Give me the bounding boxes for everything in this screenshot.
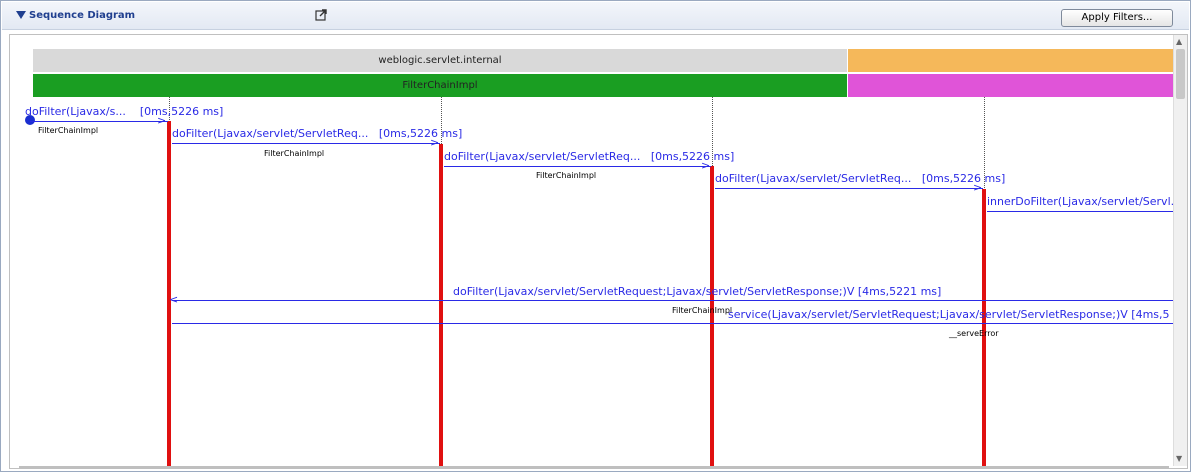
popout-icon[interactable]	[315, 9, 327, 21]
message-line-5[interactable]	[987, 211, 1173, 212]
message-sublabel-3: FilterChainImpl	[536, 171, 597, 180]
diagram-viewport: weblogic.servlet.internal FilterChainImp…	[9, 34, 1188, 469]
return-sublabel-2: __serveError	[949, 329, 999, 338]
message-sublabel-2: FilterChainImpl	[264, 149, 325, 158]
collapse-triangle-icon[interactable]	[16, 11, 26, 19]
message-line-4[interactable]	[715, 188, 983, 189]
return-sublabel-1: FilterChainImpl	[672, 306, 733, 315]
panel-header: Sequence Diagram Apply Filters...	[2, 2, 1189, 30]
scroll-down-icon[interactable]: ▼	[1176, 454, 1182, 463]
apply-filters-button[interactable]: Apply Filters...	[1061, 9, 1173, 27]
message-label-3[interactable]: doFilter(Ljavax/servlet/ServletReq... [0…	[444, 150, 734, 163]
package-band-right	[848, 49, 1173, 72]
return-line-1[interactable]	[172, 300, 1173, 301]
message-line-2[interactable]	[172, 143, 440, 144]
vertical-scrollbar[interactable]: ▲ ▼	[1173, 35, 1187, 466]
panel-title: Sequence Diagram	[29, 10, 136, 21]
message-label-5[interactable]: innerDoFilter(Ljavax/servlet/Servl...	[987, 195, 1173, 208]
scroll-up-icon[interactable]: ▲	[1176, 37, 1182, 46]
class-band-right	[848, 74, 1173, 97]
activation-bar-3[interactable]	[710, 166, 714, 466]
message-line-1[interactable]	[30, 121, 168, 122]
message-sublabel-1: FilterChainImpl	[38, 126, 99, 135]
horizontal-scrollbar[interactable]	[19, 466, 1169, 469]
diagram-canvas: weblogic.servlet.internal FilterChainImp…	[10, 35, 1173, 466]
scroll-thumb[interactable]	[1176, 49, 1185, 99]
return-label-2[interactable]: service(Ljavax/servlet/ServletRequest;Lj…	[728, 308, 1170, 321]
class-band: FilterChainImpl	[33, 74, 847, 97]
message-label-4[interactable]: doFilter(Ljavax/servlet/ServletReq... [0…	[715, 172, 1005, 185]
return-arrowhead-icon: <	[169, 293, 179, 306]
activation-bar-4[interactable]	[982, 189, 986, 466]
return-line-2[interactable]	[172, 323, 1173, 324]
sequence-diagram-panel: Sequence Diagram Apply Filters... weblog…	[0, 0, 1191, 472]
message-label-1[interactable]: doFilter(Ljavax/s... [0ms,5226 ms]	[25, 105, 223, 118]
package-band: weblogic.servlet.internal	[33, 49, 847, 72]
message-label-2[interactable]: doFilter(Ljavax/servlet/ServletReq... [0…	[172, 127, 462, 140]
message-line-3[interactable]	[444, 166, 711, 167]
activation-bar-2[interactable]	[439, 144, 443, 466]
return-label-1[interactable]: doFilter(Ljavax/servlet/ServletRequest;L…	[453, 285, 941, 298]
